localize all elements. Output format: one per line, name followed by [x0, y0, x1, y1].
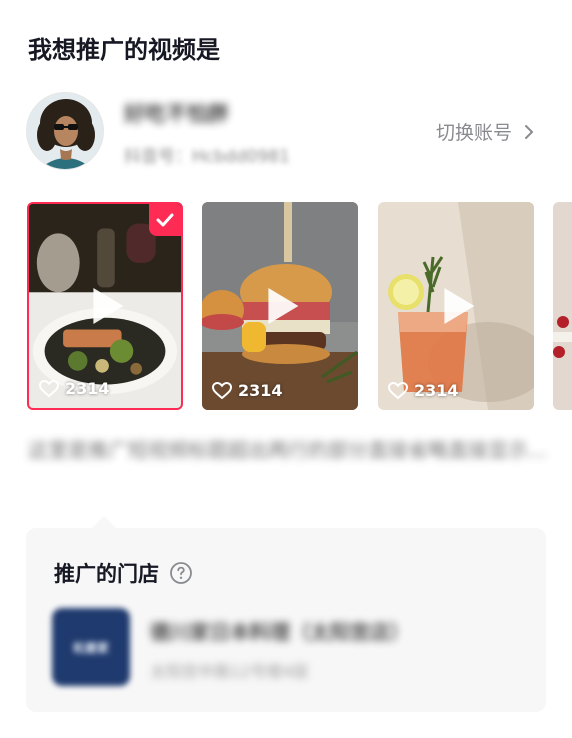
- switch-account-label: 切换账号: [435, 122, 512, 144]
- video-description: 这里是推广短视频标题超出两行的部分直接省略直接显示...: [28, 438, 548, 462]
- video-card-partial[interactable]: [553, 202, 572, 410]
- panel-pointer: [92, 516, 116, 528]
- like-count-value: 2314: [238, 381, 283, 400]
- store-logo: 松屋家: [52, 608, 130, 686]
- play-icon: [93, 288, 124, 324]
- selected-check-badge: [149, 204, 181, 236]
- store-address: 太阳宫中路12号楼4层: [150, 662, 309, 681]
- video-card[interactable]: 2314: [27, 202, 183, 410]
- account-row: 好吃不怕胖 抖音号：Hcbdd0981 切换账号: [26, 92, 546, 172]
- video-carousel[interactable]: 2314 2314 2314: [0, 202, 572, 412]
- store-panel: 推广的门店 松屋家 德川家日本料理（太阳宫店） 太阳宫中路12号楼4层: [26, 528, 546, 712]
- play-icon: [268, 288, 299, 324]
- heart-icon: [388, 381, 408, 399]
- like-count-value: 2314: [414, 381, 459, 400]
- chevron-right-icon: [525, 124, 533, 139]
- video-thumbnail: [553, 202, 572, 410]
- avatar: [26, 92, 104, 170]
- video-card[interactable]: 2314: [202, 202, 358, 410]
- help-icon[interactable]: [169, 561, 193, 585]
- like-count: 2314: [212, 381, 283, 400]
- page-title: 我想推广的视频是: [28, 36, 220, 64]
- checkmark-icon: [156, 213, 174, 227]
- store-name[interactable]: 德川家日本料理（太阳宫店）: [150, 616, 410, 645]
- like-count-value: 2314: [65, 379, 110, 398]
- store-section-label: 推广的门店: [54, 562, 159, 586]
- like-count: 2314: [388, 381, 459, 400]
- video-card[interactable]: 2314: [378, 202, 534, 410]
- heart-icon: [212, 381, 232, 399]
- like-count: 2314: [39, 379, 110, 398]
- switch-account-button[interactable]: 切换账号: [436, 118, 538, 145]
- store-section-title: 推广的门店: [54, 558, 193, 588]
- account-id: 抖音号：Hcbdd0981: [124, 147, 290, 167]
- heart-icon: [39, 379, 59, 397]
- account-name: 好吃不怕胖: [124, 102, 229, 126]
- play-icon: [444, 288, 475, 324]
- store-logo-text: 松屋家: [72, 640, 109, 655]
